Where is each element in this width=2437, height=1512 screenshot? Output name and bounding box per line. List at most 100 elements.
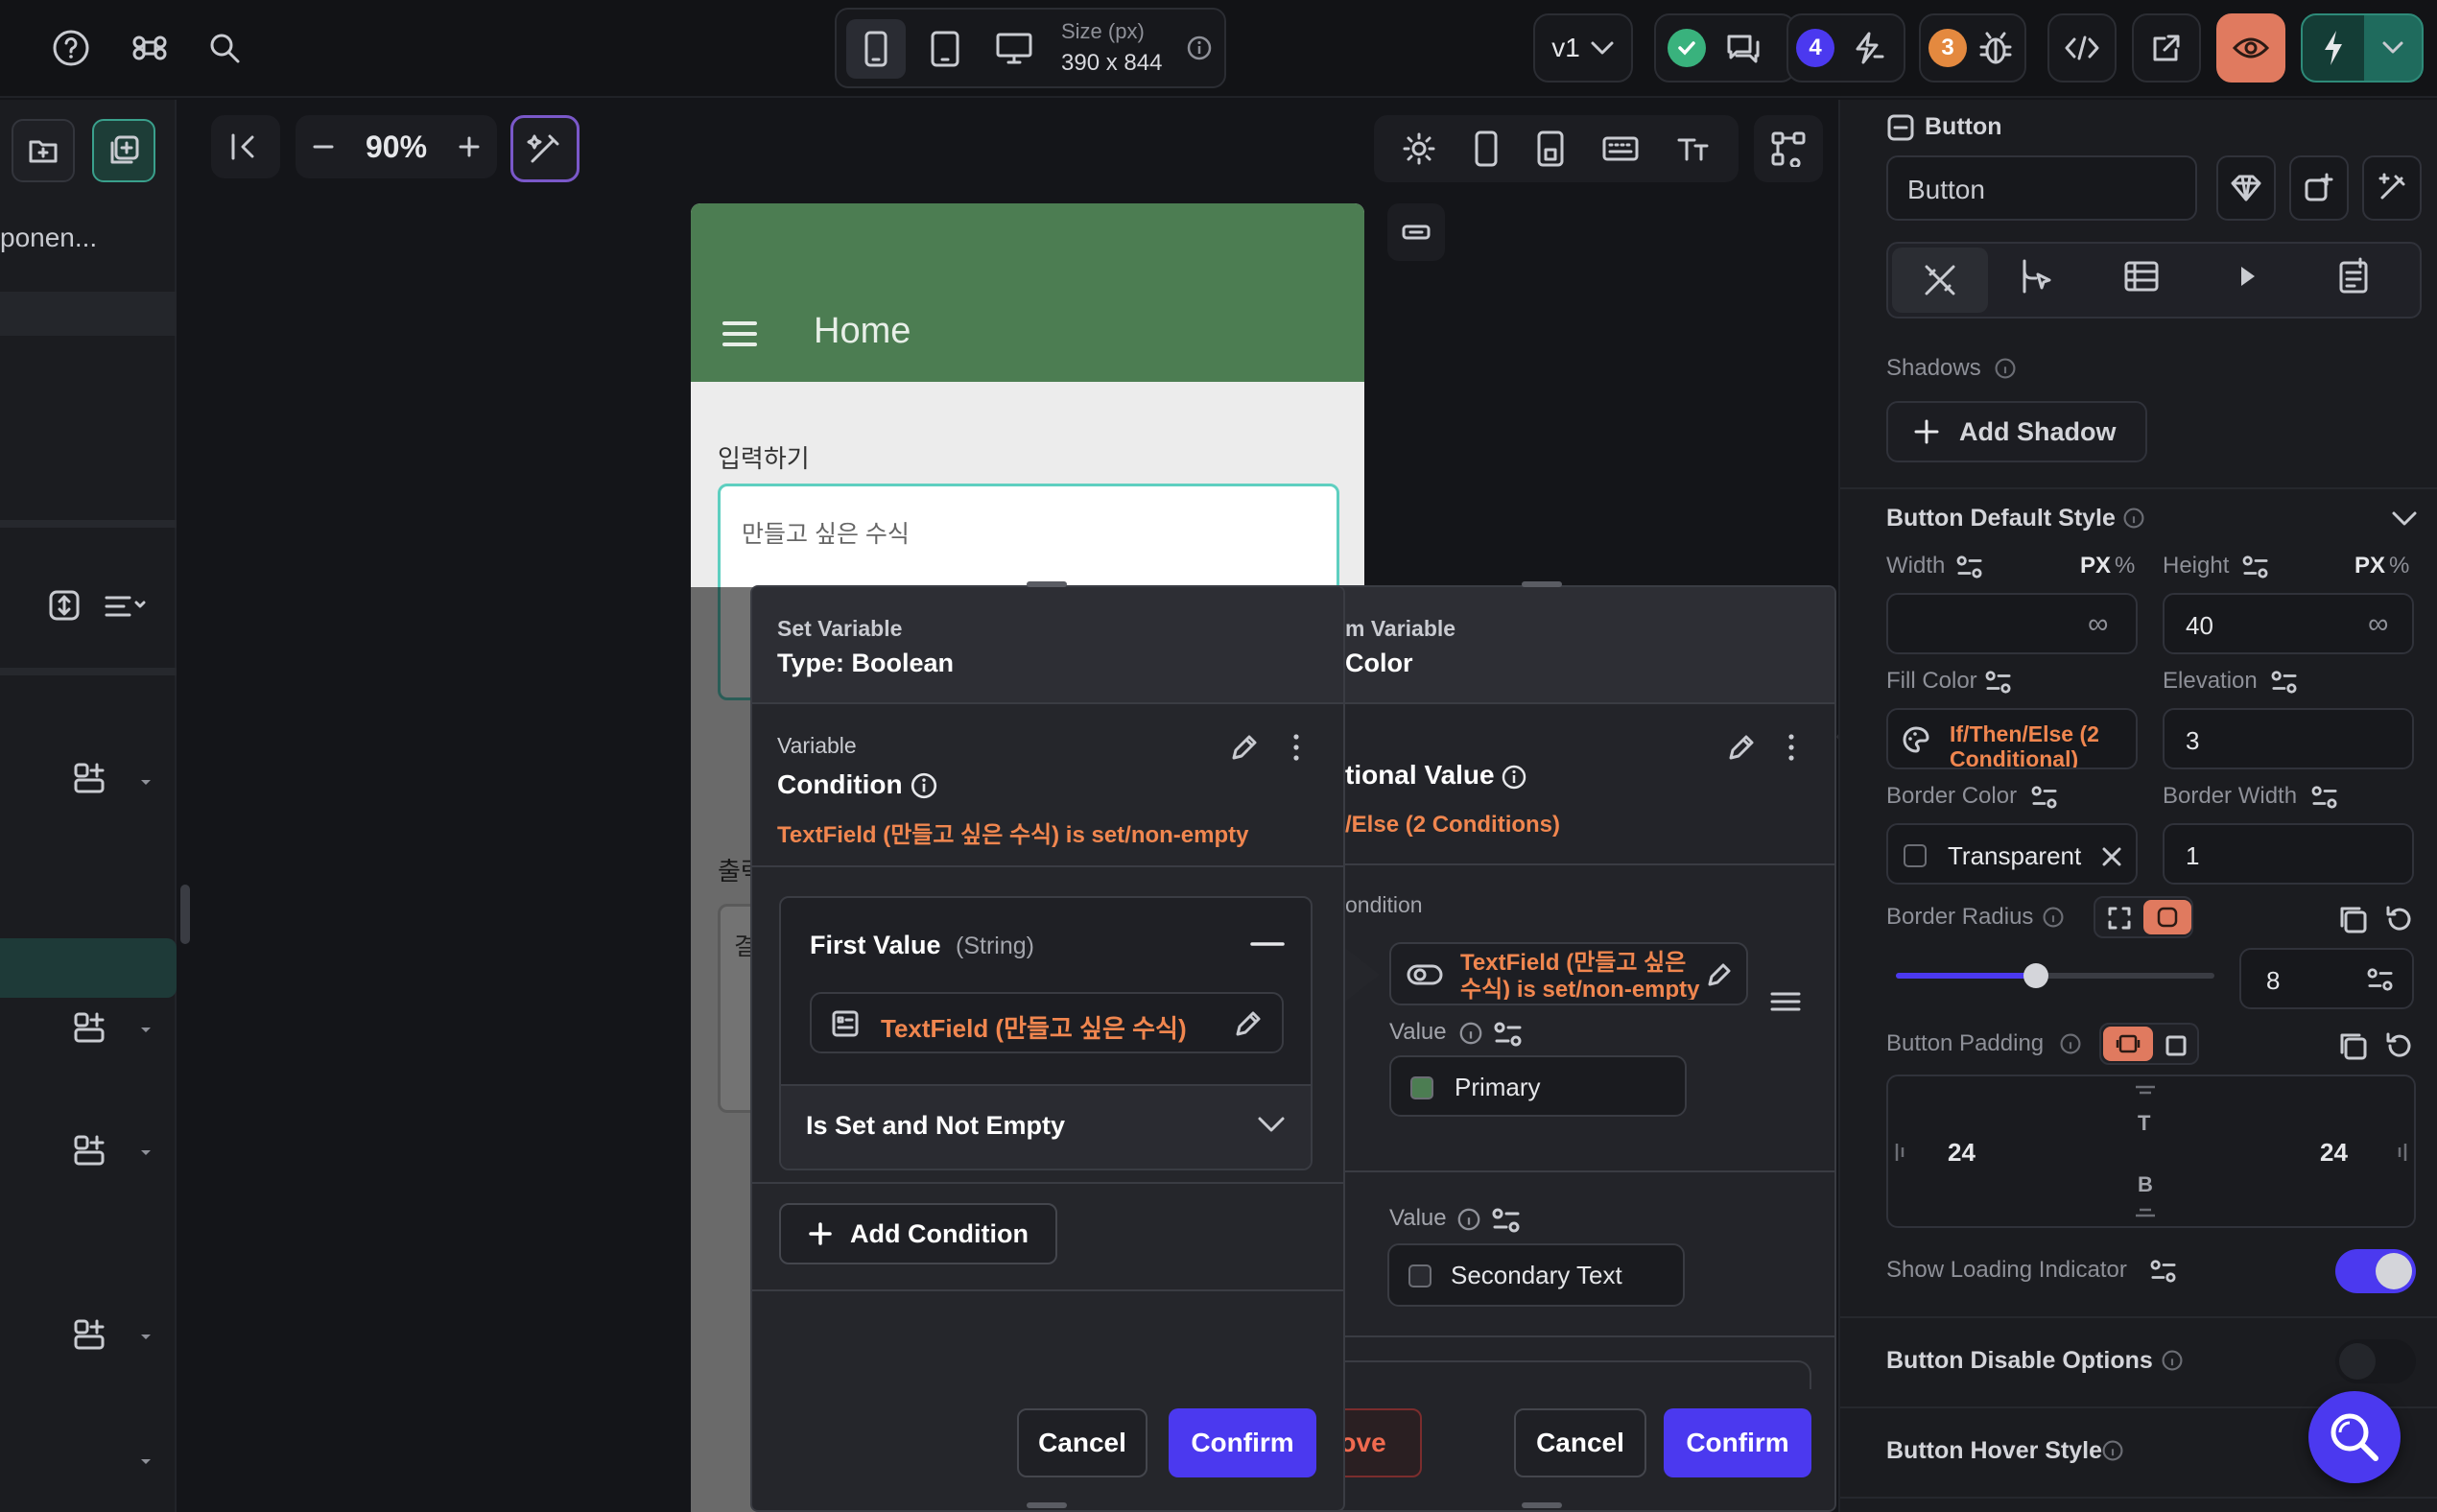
sun-icon[interactable] [1402, 131, 1436, 166]
zoom-in-icon[interactable] [457, 134, 482, 159]
padding-left-value[interactable]: 24 [1948, 1138, 1976, 1168]
connections-button[interactable] [1754, 115, 1823, 182]
padding-symmetric-icon[interactable] [2103, 1027, 2153, 1061]
copy-icon[interactable] [2337, 904, 2368, 934]
radius-individual-icon[interactable] [2107, 906, 2132, 931]
text-scale-icon[interactable] [1676, 134, 1711, 163]
edit-icon[interactable] [1704, 959, 1735, 990]
help-circle-icon[interactable] [44, 21, 98, 75]
variable-options-icon[interactable] [2241, 555, 2270, 579]
info-icon[interactable] [1994, 357, 2017, 380]
padding-bottom-handle[interactable] [2132, 1207, 2159, 1218]
slider-thumb[interactable] [2023, 963, 2049, 988]
height-unit-pct[interactable]: % [2389, 553, 2409, 579]
confirm-button[interactable]: Confirm [1664, 1408, 1811, 1477]
height-unit-px[interactable]: PX [2354, 553, 2385, 579]
caret-down-icon[interactable] [140, 1334, 152, 1341]
panel-resize-handle[interactable] [180, 885, 190, 944]
version-selector[interactable]: v1 [1533, 13, 1633, 83]
resize-handle[interactable] [1027, 581, 1067, 587]
issues-group[interactable]: 3 [1919, 13, 2026, 83]
add-component-icon[interactable] [92, 119, 155, 182]
disable-options-toggle[interactable] [2335, 1339, 2416, 1383]
menu-icon[interactable] [722, 320, 758, 347]
magic-edit-button[interactable] [510, 115, 580, 182]
run-menu-button[interactable] [2301, 13, 2424, 83]
first-value-field[interactable]: TextField (만들고 싶은 수식) [810, 992, 1284, 1053]
add-widget-icon[interactable] [73, 762, 106, 794]
collapse-panel-button[interactable] [211, 115, 280, 178]
padding-individual-icon[interactable] [2165, 1034, 2188, 1057]
padding-left-handle[interactable] [1894, 1140, 1907, 1165]
radius-all-icon[interactable] [2143, 900, 2191, 934]
add-component-button[interactable] [2289, 155, 2349, 221]
width-unit-pct[interactable]: % [2115, 553, 2135, 579]
variable-options-icon[interactable] [1491, 1207, 1522, 1234]
edit-icon[interactable] [1725, 731, 1758, 764]
library-button[interactable] [2216, 155, 2276, 221]
search-fab[interactable] [2308, 1391, 2401, 1483]
copy-icon[interactable] [2337, 1030, 2368, 1061]
padding-right-handle[interactable] [2395, 1140, 2408, 1165]
variable-options-icon[interactable] [1955, 555, 1984, 579]
variable-options-icon[interactable] [2270, 670, 2299, 695]
border-color-field[interactable]: Transparent [1886, 823, 2138, 885]
keyboard-icon[interactable] [1602, 134, 1639, 163]
padding-right-value[interactable]: 24 [2320, 1138, 2348, 1168]
cancel-button[interactable]: Cancel [1514, 1408, 1646, 1477]
more-vert-icon[interactable] [1291, 731, 1301, 764]
variable-options-icon[interactable] [1493, 1021, 1524, 1048]
caret-down-icon[interactable] [140, 1149, 152, 1157]
command-icon[interactable] [123, 21, 177, 75]
sort-options-icon[interactable] [104, 593, 146, 620]
phone-frame-icon[interactable] [1474, 130, 1499, 167]
variable-options-icon[interactable] [2310, 785, 2339, 810]
agents-group[interactable]: 4 [1786, 13, 1905, 83]
phone-device-icon[interactable] [846, 19, 906, 79]
operator-dropdown[interactable]: Is Set and Not Empty [781, 1084, 1311, 1169]
edit-icon[interactable] [1232, 1007, 1265, 1040]
variable-options-icon[interactable] [2149, 1259, 2178, 1284]
width-unit-px[interactable]: PX [2080, 553, 2111, 579]
resize-handle[interactable] [1522, 581, 1562, 587]
add-widget-icon[interactable] [73, 1134, 106, 1167]
caret-down-icon[interactable] [140, 1027, 152, 1034]
info-icon[interactable] [1458, 1021, 1483, 1046]
resize-handle[interactable] [1522, 1502, 1562, 1508]
more-vert-icon[interactable] [1786, 731, 1796, 764]
chevron-down-icon[interactable] [2391, 510, 2418, 528]
fill-color-field[interactable]: If/Then/Else (2 Conditional) [1886, 708, 2138, 769]
info-icon[interactable] [2042, 906, 2065, 929]
else-value-field[interactable]: Secondary Text [1387, 1243, 1685, 1307]
caret-down-icon[interactable] [140, 779, 152, 787]
reset-icon[interactable] [2383, 1030, 2414, 1061]
info-icon[interactable] [1501, 764, 1527, 791]
variable-options-icon[interactable] [2030, 785, 2059, 810]
add-widget-icon[interactable] [73, 1318, 106, 1351]
caret-down-icon[interactable] [140, 1458, 152, 1466]
tab-properties[interactable] [1892, 248, 1988, 313]
safe-area-icon[interactable] [1536, 130, 1565, 167]
code-view-button[interactable] [2047, 13, 2117, 83]
clear-icon[interactable] [2101, 846, 2122, 867]
ai-style-button[interactable] [2362, 155, 2422, 221]
preview-button[interactable] [2216, 13, 2285, 83]
resize-handle[interactable] [1027, 1502, 1067, 1508]
info-icon[interactable] [2122, 507, 2145, 530]
tree-row[interactable] [0, 292, 177, 336]
tab-backend-query[interactable] [2122, 257, 2161, 295]
desktop-device-icon[interactable] [984, 19, 1044, 79]
border-radius-input[interactable]: 8 [2239, 948, 2414, 1009]
search-icon[interactable] [198, 21, 251, 75]
variable-options-icon[interactable] [2366, 967, 2395, 992]
info-icon[interactable] [1186, 35, 1213, 61]
tab-actions[interactable] [2017, 257, 2055, 295]
border-radius-slider[interactable] [1896, 963, 2214, 988]
infinity-icon[interactable]: ∞ [2368, 608, 2388, 641]
reset-icon[interactable] [2383, 904, 2414, 934]
add-condition-button[interactable]: Add Condition [779, 1203, 1057, 1264]
cancel-button[interactable]: Cancel [1017, 1408, 1148, 1477]
status-comments-group[interactable] [1654, 13, 1796, 83]
add-shadow-button[interactable]: Add Shadow [1886, 401, 2147, 462]
confirm-button[interactable]: Confirm [1169, 1408, 1316, 1477]
